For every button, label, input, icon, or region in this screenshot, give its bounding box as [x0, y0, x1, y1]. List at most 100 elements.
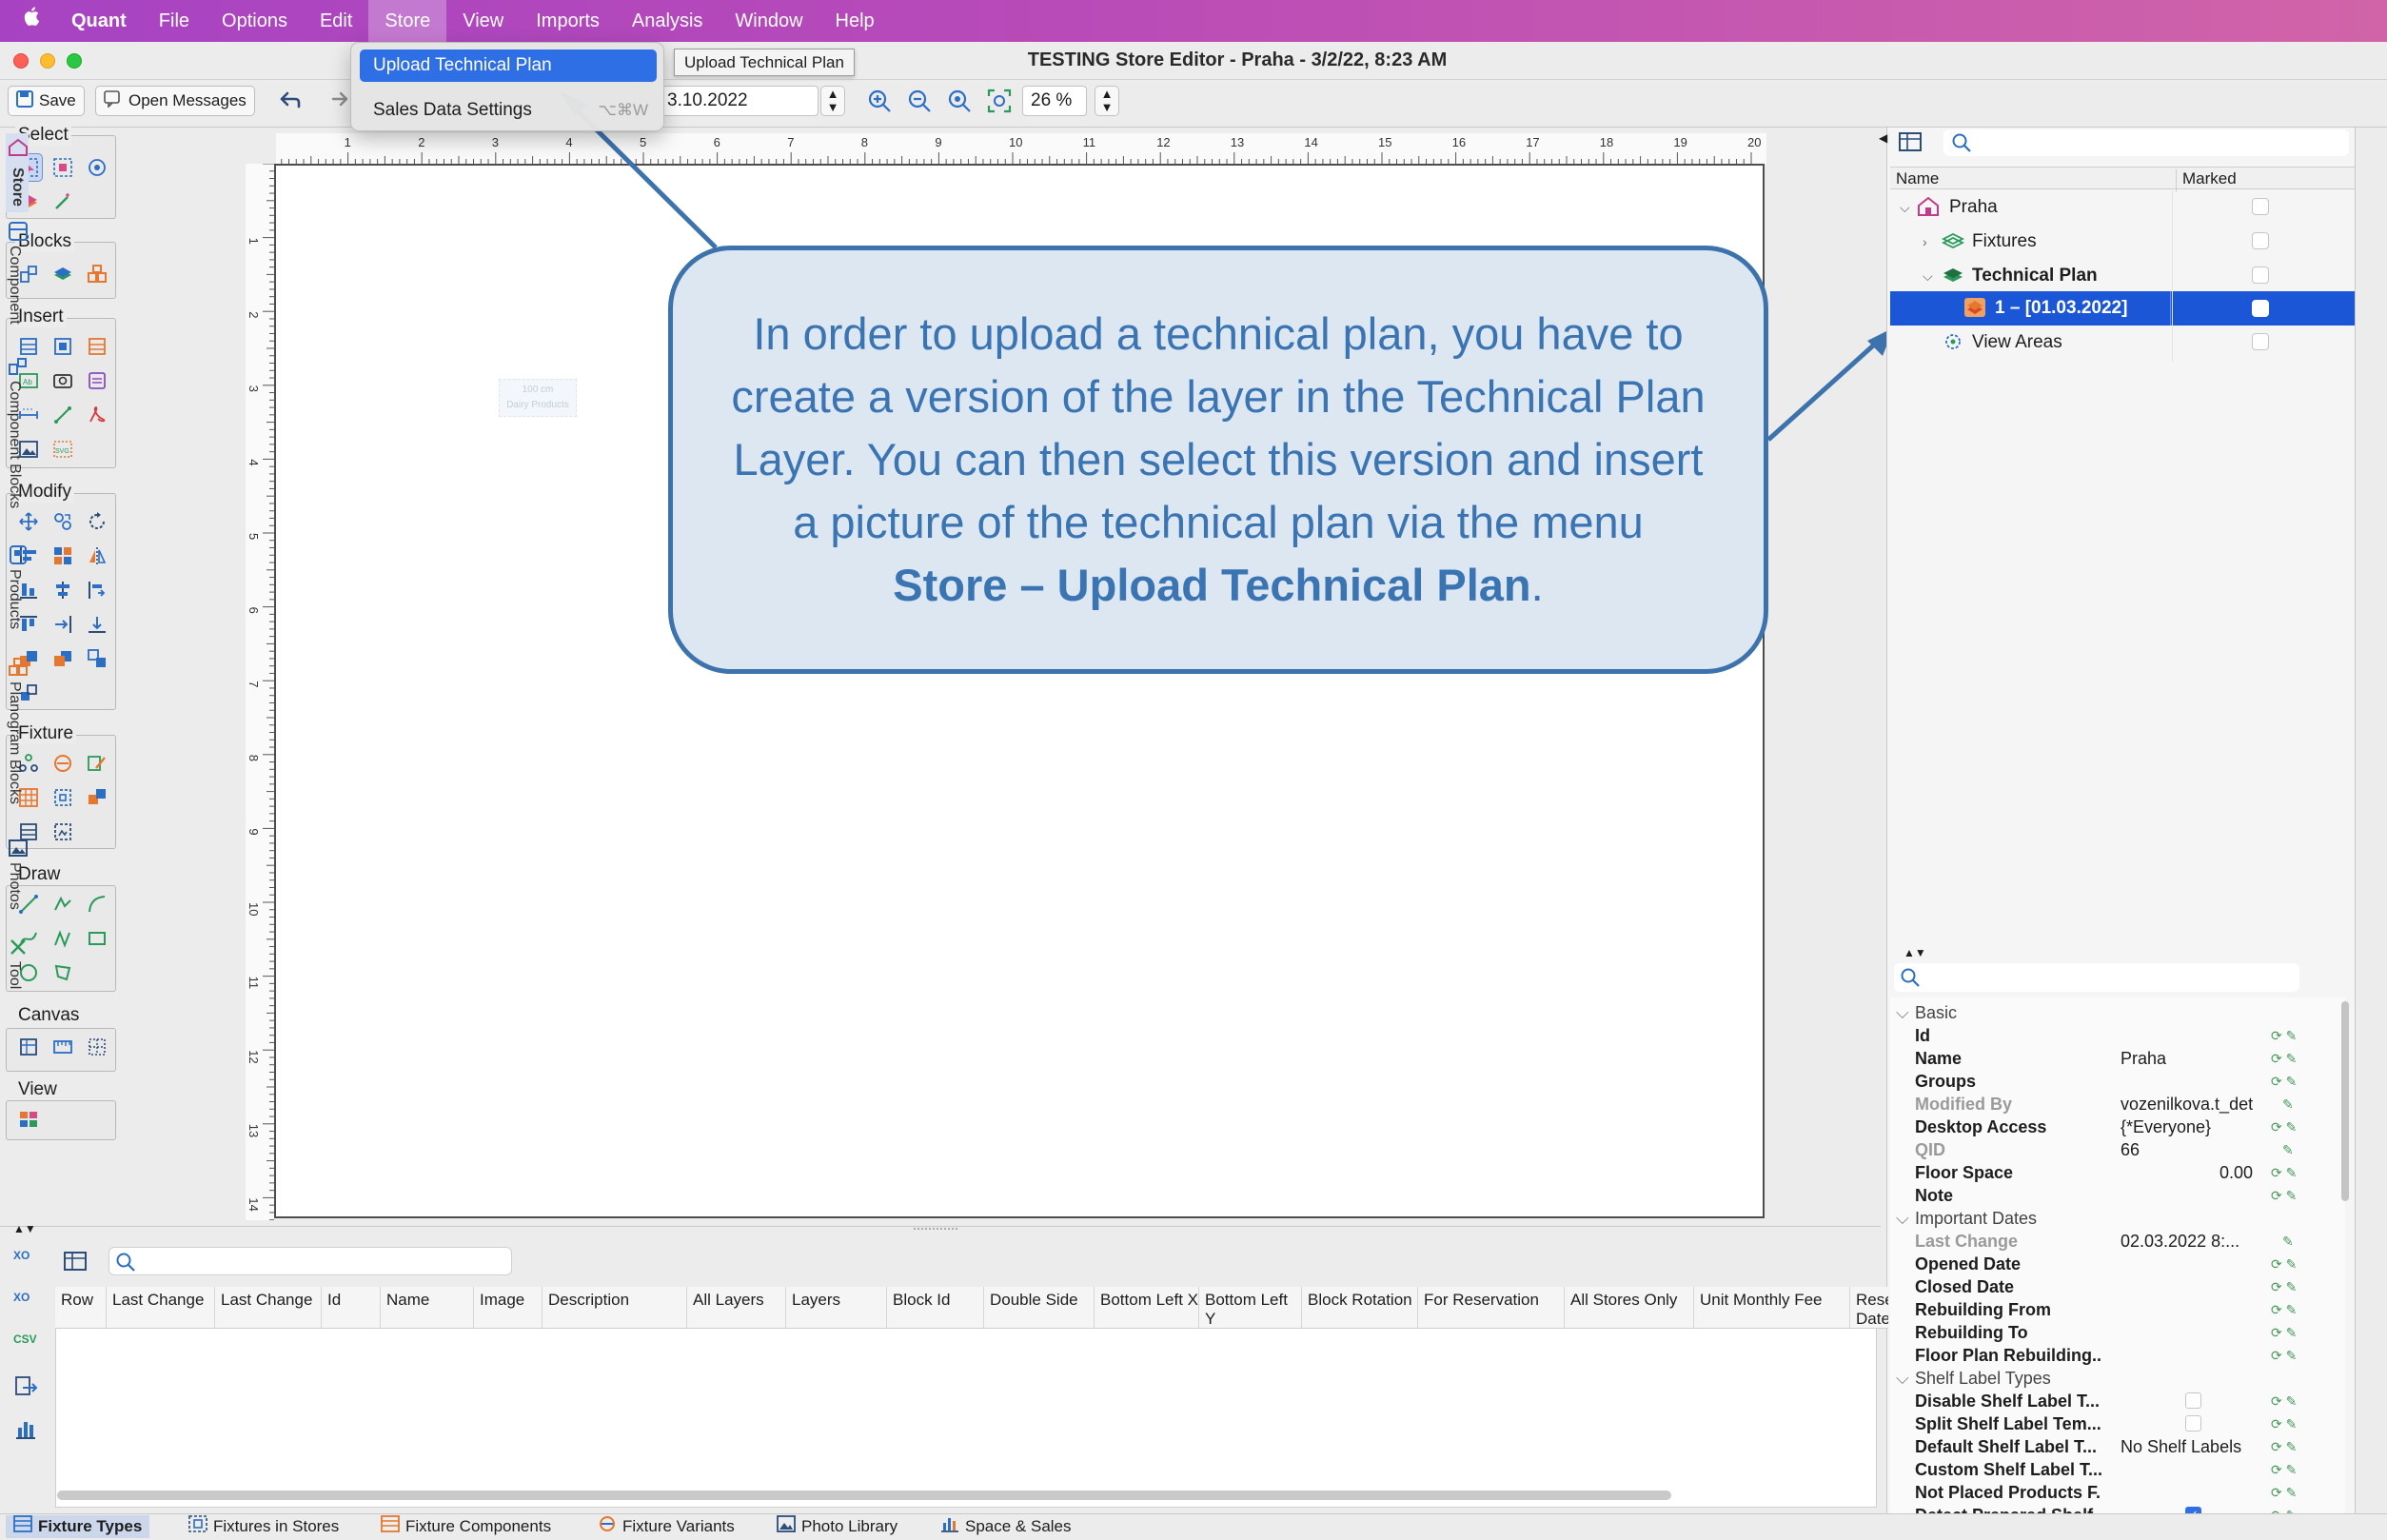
tab-photo-library[interactable]: Photo Library [769, 1514, 905, 1538]
reset-icon[interactable]: ⟳ ✎ [2271, 1116, 2297, 1138]
tree-table-icon[interactable] [1898, 129, 1923, 154]
tab-fixture-variants[interactable]: Fixture Variants [590, 1515, 742, 1538]
chevron-down-icon[interactable]: ⌵ [1923, 268, 1933, 285]
reset-icon[interactable]: ⟳ ✎ [2271, 1070, 2297, 1093]
tree-row-praha[interactable]: ⌵ Praha [1890, 190, 2355, 225]
prop-row-floor-plan-rebuilding[interactable]: Floor Plan Rebuilding... ⟳ ✎ [1890, 1344, 2345, 1367]
prop-row-opened-date[interactable]: Opened Date ⟳ ✎ [1890, 1253, 2345, 1275]
prop-row-desktop-access[interactable]: Desktop Access {*Everyone} ⟳ ✎ [1890, 1116, 2345, 1138]
table-col-header[interactable]: Last Change [215, 1287, 322, 1329]
reset-icon[interactable]: ⟳ ✎ [2271, 1253, 2297, 1275]
reset-icon[interactable]: ✎ [2282, 1138, 2294, 1161]
xo-export-icon[interactable]: XO [13, 1249, 38, 1273]
splitter-handle[interactable] [914, 1228, 957, 1232]
table-col-header[interactable]: For Reservation [1418, 1287, 1565, 1329]
collapse-left-arrow[interactable]: ◀ [1879, 131, 1887, 145]
table-horizontal-scrollbar[interactable] [57, 1491, 1671, 1500]
prop-row-split-shelf-label[interactable]: Split Shelf Label Tem... ⟳ ✎ [1890, 1412, 2345, 1435]
csv-export-icon[interactable]: CSV [13, 1333, 38, 1357]
table-col-header[interactable]: Id [322, 1287, 381, 1329]
table-col-header[interactable]: All Layers [687, 1287, 786, 1329]
tab-fixtures-in-stores[interactable]: Fixtures in Stores [181, 1514, 346, 1538]
vtab-store[interactable]: Store [6, 133, 29, 212]
transfer-icon[interactable] [13, 1374, 38, 1399]
vtab-component[interactable]: Component [6, 217, 28, 325]
marked-checkbox-version[interactable] [2252, 300, 2269, 317]
prop-group-basic[interactable]: ⌵ Basic [1890, 1001, 2345, 1024]
reset-icon[interactable]: ⟳ ✎ [2271, 1481, 2297, 1504]
prop-row-closed-date[interactable]: Closed Date ⟳ ✎ [1890, 1275, 2345, 1298]
prop-row-default-shelf-label[interactable]: Default Shelf Label T... No Shelf Labels ⟳… [1890, 1435, 2345, 1458]
marked-checkbox-view-areas[interactable] [2252, 333, 2269, 350]
menu-item-upload-technical-plan[interactable]: Upload Technical Plan [360, 49, 657, 82]
table-col-header[interactable]: Bottom Left Y [1199, 1287, 1302, 1329]
reset-icon[interactable]: ⟳ ✎ [2271, 1184, 2297, 1207]
reset-icon[interactable]: ✎ [2282, 1093, 2294, 1116]
table-col-header[interactable]: Name [381, 1287, 474, 1329]
prop-row-qid[interactable]: QID 66 ✎ [1890, 1138, 2345, 1161]
prop-row-rebuilding-from[interactable]: Rebuilding From ⟳ ✎ [1890, 1298, 2345, 1321]
vtab-products[interactable]: Products [6, 541, 27, 629]
vtab-planogram-blocks[interactable]: Planogram Blocks [6, 653, 28, 804]
reset-icon[interactable]: ⟳ ✎ [2271, 1298, 2297, 1321]
sort-arrows-icon[interactable]: ▲▼ [1904, 946, 1926, 959]
prop-row-rebuilding-to[interactable]: Rebuilding To ⟳ ✎ [1890, 1321, 2345, 1344]
tree-row-technical-plan[interactable]: ⌵ Technical Plan [1890, 259, 2355, 293]
tree-search-input[interactable] [1943, 129, 2349, 156]
tab-fixture-types[interactable]: Fixture Types [6, 1514, 150, 1538]
checkbox[interactable] [2185, 1415, 2201, 1431]
table-col-header[interactable]: Block Id [887, 1287, 984, 1329]
table-col-header[interactable]: Description [542, 1287, 687, 1329]
reset-icon[interactable]: ⟳ ✎ [2271, 1390, 2297, 1412]
sort-arrows-icon[interactable]: ▲▼ [13, 1222, 36, 1235]
table-col-header[interactable]: Layers [786, 1287, 887, 1329]
xo-import-icon[interactable]: XO [13, 1291, 38, 1315]
table-col-header[interactable]: Row [55, 1287, 107, 1329]
reset-icon[interactable]: ⟳ ✎ [2271, 1024, 2297, 1047]
tree-col-marked[interactable]: Marked [2176, 169, 2237, 192]
table-col-header[interactable]: Unit Monthly Fee [1694, 1287, 1850, 1329]
prop-row-name[interactable]: Name Praha ⟳ ✎ [1890, 1047, 2345, 1070]
table-col-header[interactable]: All Stores Only [1565, 1287, 1694, 1329]
table-col-header[interactable]: Bottom Left X [1095, 1287, 1199, 1329]
reset-icon[interactable]: ⟳ ✎ [2271, 1275, 2297, 1298]
vtab-photos[interactable]: Photos [6, 834, 28, 910]
prop-row-not-placed-products[interactable]: Not Placed Products F... ⟳ ✎ [1890, 1481, 2345, 1504]
prop-row-modified-by[interactable]: Modified By vozenilkova.t_det ✎ [1890, 1093, 2345, 1116]
prop-group-shelf-label-types[interactable]: ⌵ Shelf Label Types [1890, 1367, 2345, 1390]
checkbox[interactable] [2185, 1392, 2201, 1409]
reset-icon[interactable]: ⟳ ✎ [2271, 1435, 2297, 1458]
tab-space-sales[interactable]: Space & Sales [933, 1515, 1079, 1538]
table-col-header[interactable]: Block Rotation [1302, 1287, 1418, 1329]
table-col-header[interactable]: Image [474, 1287, 542, 1329]
reset-icon[interactable]: ⟳ ✎ [2271, 1321, 2297, 1344]
marked-checkbox-technical-plan[interactable] [2252, 267, 2269, 284]
props-scrollbar[interactable] [2341, 1001, 2349, 1201]
reset-icon[interactable]: ⟳ ✎ [2271, 1412, 2297, 1435]
reset-icon[interactable]: ⟳ ✎ [2271, 1458, 2297, 1481]
reset-icon[interactable]: ✎ [2282, 1230, 2294, 1253]
prop-row-groups[interactable]: Groups ⟳ ✎ [1890, 1070, 2345, 1093]
vtab-tool[interactable]: Tool [6, 933, 26, 989]
vtab-component-blocks[interactable]: Component Blocks [6, 352, 27, 508]
props-search-input[interactable] [1894, 963, 2299, 992]
reset-icon[interactable]: ⟳ ✎ [2271, 1047, 2297, 1070]
table-icon[interactable] [63, 1249, 88, 1273]
marked-checkbox-praha[interactable] [2252, 198, 2269, 215]
chart-icon[interactable] [13, 1416, 38, 1441]
reset-icon[interactable]: ⟳ ✎ [2271, 1344, 2297, 1367]
prop-row-disable-shelf-label[interactable]: Disable Shelf Label T... ⟳ ✎ [1890, 1390, 2345, 1412]
table-col-header[interactable]: Double Side [984, 1287, 1095, 1329]
tree-row-fixtures[interactable]: › Fixtures [1890, 225, 2355, 259]
table-col-header[interactable]: Rese Date [1850, 1287, 1888, 1329]
prop-row-custom-shelf-label[interactable]: Custom Shelf Label T... ⟳ ✎ [1890, 1458, 2345, 1481]
table-col-header[interactable]: Last Change [107, 1287, 215, 1329]
tab-fixture-components[interactable]: Fixture Components [373, 1514, 559, 1538]
prop-row-id[interactable]: Id ⟳ ✎ [1890, 1024, 2345, 1047]
chevron-right-icon[interactable]: › [1923, 234, 1927, 249]
prop-row-note[interactable]: Note ⟳ ✎ [1890, 1184, 2345, 1207]
prop-group-important-dates[interactable]: ⌵ Important Dates [1890, 1207, 2345, 1230]
tree-row-version[interactable]: 1 – [01.03.2022] [1890, 291, 2355, 326]
tree-row-view-areas[interactable]: View Areas [1890, 326, 2355, 360]
prop-row-floor-space[interactable]: Floor Space 0.00 ⟳ ✎ [1890, 1161, 2345, 1184]
